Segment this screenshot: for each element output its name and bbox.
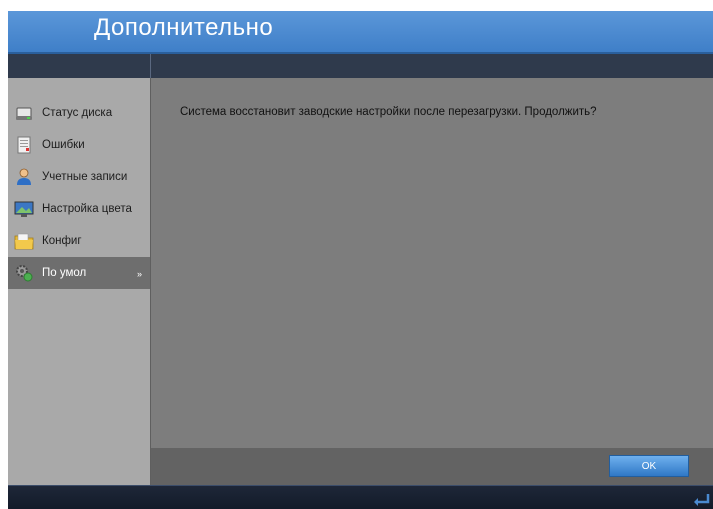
sidebar-item-accounts[interactable]: Учетные записи: [8, 161, 150, 193]
folder-icon: [14, 231, 34, 251]
error-log-icon: [14, 135, 34, 155]
ok-button[interactable]: OK: [609, 455, 689, 477]
title-bar: Дополнительно: [8, 11, 713, 54]
default-gear-icon: [14, 263, 34, 283]
header-strip: [8, 54, 713, 78]
sidebar-item-label: Настройка цвета: [42, 203, 132, 215]
sidebar-item-label: По умол: [42, 267, 87, 279]
header-divider: [150, 54, 151, 78]
sidebar-item-label: Учетные записи: [42, 171, 128, 183]
monitor-icon: [14, 199, 34, 219]
sidebar-item-disk-status[interactable]: Статус диска: [8, 97, 150, 129]
user-icon: [14, 167, 34, 187]
disk-icon: [14, 103, 34, 123]
dialog-window: Дополнительно Статус диска Ошибки Учетны…: [8, 11, 713, 509]
sidebar-item-color-settings[interactable]: Настройка цвета: [8, 193, 150, 225]
content-area: Система восстановит заводские настройки …: [151, 78, 713, 448]
action-bar: OK: [151, 448, 713, 485]
active-marker: »: [136, 269, 142, 279]
sidebar-item-defaults[interactable]: По умол »: [8, 257, 150, 289]
sidebar-item-label: Ошибки: [42, 139, 85, 151]
sidebar-item-config[interactable]: Конфиг: [8, 225, 150, 257]
back-arrow-icon[interactable]: [692, 490, 710, 506]
confirmation-message: Система восстановит заводские настройки …: [180, 106, 597, 118]
status-bar: [8, 485, 713, 509]
sidebar-item-label: Конфиг: [42, 235, 82, 247]
sidebar-item-label: Статус диска: [42, 107, 113, 119]
sidebar-item-errors[interactable]: Ошибки: [8, 129, 150, 161]
sidebar: Статус диска Ошибки Учетные записи Настр…: [8, 78, 151, 485]
window-title: Дополнительно: [94, 14, 274, 41]
